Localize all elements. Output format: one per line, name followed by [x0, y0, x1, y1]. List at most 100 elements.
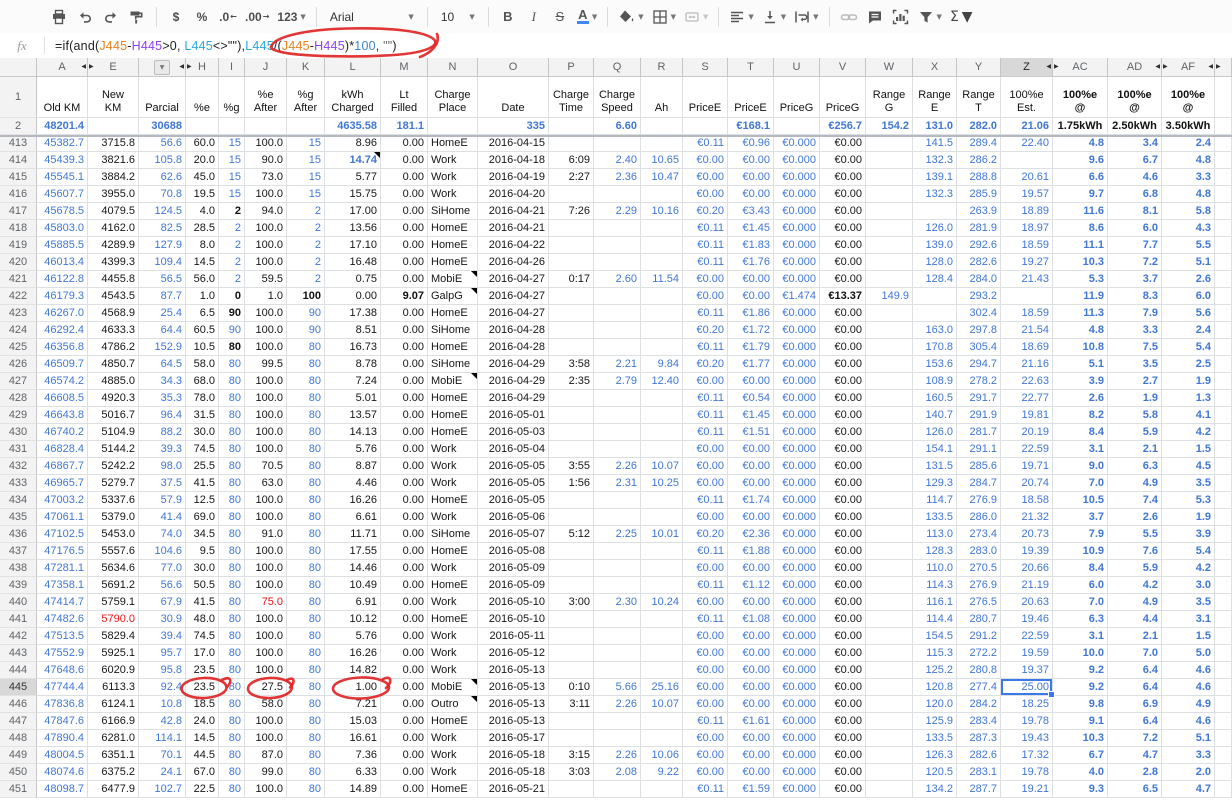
- cell[interactable]: 0.00: [381, 390, 428, 407]
- cell[interactable]: 2016-04-27: [478, 271, 549, 288]
- cell[interactable]: Outro: [428, 696, 478, 713]
- cell[interactable]: [641, 492, 683, 509]
- cell[interactable]: 10.24: [641, 594, 683, 611]
- column-header-V[interactable]: V: [820, 58, 866, 77]
- cell[interactable]: 11.71: [325, 526, 381, 543]
- cell[interactable]: 5.9: [1108, 560, 1162, 577]
- cell[interactable]: 120.8: [913, 679, 957, 696]
- cell[interactable]: [866, 645, 913, 662]
- cell[interactable]: [1215, 271, 1232, 288]
- cell[interactable]: €0.00: [820, 169, 866, 186]
- cell[interactable]: 10.65: [641, 152, 683, 169]
- cell[interactable]: 2016-05-05: [478, 492, 549, 509]
- cell[interactable]: 120.0: [913, 696, 957, 713]
- cell[interactable]: [594, 611, 641, 628]
- cell[interactable]: 69.0: [186, 509, 219, 526]
- cell[interactable]: 47061.1: [37, 509, 88, 526]
- row-header-443[interactable]: 443: [0, 645, 37, 662]
- cell[interactable]: 2016-05-06: [478, 509, 549, 526]
- cell[interactable]: 18.25: [1001, 696, 1053, 713]
- cell[interactable]: 2016-04-27: [478, 305, 549, 322]
- cell[interactable]: 8.0: [186, 237, 219, 254]
- font-size-select[interactable]: 10▼: [435, 5, 481, 29]
- cell[interactable]: 80: [287, 560, 325, 577]
- cell[interactable]: 9.7: [1053, 186, 1108, 203]
- cell[interactable]: 5.9: [1108, 424, 1162, 441]
- cell[interactable]: 100.0: [245, 322, 287, 339]
- cell[interactable]: 47836.8: [37, 696, 88, 713]
- cell[interactable]: 289.4: [957, 135, 1001, 152]
- cell[interactable]: 19.57: [1001, 186, 1053, 203]
- cell[interactable]: [594, 407, 641, 424]
- cell[interactable]: [913, 288, 957, 305]
- cell[interactable]: 9.84: [641, 356, 683, 373]
- cell[interactable]: 2016-05-07: [478, 526, 549, 543]
- cell[interactable]: MobiE: [428, 679, 478, 696]
- cell[interactable]: €0.11: [683, 577, 728, 594]
- cell[interactable]: 14.5: [186, 730, 219, 747]
- hidden-columns-arrow-icon[interactable]: ▶: [187, 64, 192, 70]
- cell[interactable]: 14.89: [325, 781, 381, 798]
- cell[interactable]: [641, 441, 683, 458]
- cell[interactable]: Work: [428, 458, 478, 475]
- cell[interactable]: [594, 254, 641, 271]
- cell[interactable]: 294.7: [957, 356, 1001, 373]
- cell[interactable]: 6.7: [1053, 747, 1108, 764]
- cell[interactable]: 20.0: [186, 152, 219, 169]
- column-header-U[interactable]: U: [774, 58, 820, 77]
- cell[interactable]: [594, 577, 641, 594]
- cell[interactable]: [866, 560, 913, 577]
- cell[interactable]: 3821.6: [88, 152, 139, 169]
- cell[interactable]: 276.9: [957, 492, 1001, 509]
- cell[interactable]: MobiE: [428, 373, 478, 390]
- cell[interactable]: 5.5: [1108, 526, 1162, 543]
- cell[interactable]: 2016-04-15: [478, 135, 549, 152]
- cell[interactable]: 3.3: [1108, 322, 1162, 339]
- cell[interactable]: 20.61: [1001, 169, 1053, 186]
- cell[interactable]: 100.0: [245, 713, 287, 730]
- cell[interactable]: €1.83: [728, 237, 774, 254]
- cell[interactable]: 9.22: [641, 764, 683, 781]
- row-header-438[interactable]: 438: [0, 560, 37, 577]
- cell[interactable]: 80: [219, 424, 245, 441]
- cell[interactable]: 63.0: [245, 475, 287, 492]
- cell[interactable]: 80: [287, 475, 325, 492]
- cell[interactable]: €0.00: [820, 645, 866, 662]
- cell[interactable]: 2016-05-11: [478, 628, 549, 645]
- cell[interactable]: €0.00: [683, 747, 728, 764]
- cell[interactable]: 3.5: [1162, 475, 1215, 492]
- row-header-447[interactable]: 447: [0, 713, 37, 730]
- cell[interactable]: 0.75: [325, 271, 381, 288]
- cell[interactable]: HomeE: [428, 220, 478, 237]
- cell[interactable]: 2.7: [1108, 373, 1162, 390]
- cell[interactable]: 2: [219, 237, 245, 254]
- cell[interactable]: 0.00: [381, 645, 428, 662]
- cell[interactable]: 2016-04-29: [478, 390, 549, 407]
- cell[interactable]: 6477.9: [88, 781, 139, 798]
- hidden-columns-arrow-icon[interactable]: ▶: [1163, 64, 1168, 70]
- cell[interactable]: 15: [287, 135, 325, 152]
- cell[interactable]: [866, 764, 913, 781]
- cell[interactable]: [219, 118, 245, 135]
- cell[interactable]: 100.0: [245, 441, 287, 458]
- cell[interactable]: 8.4: [1053, 424, 1108, 441]
- cell[interactable]: €0.20: [683, 322, 728, 339]
- cell[interactable]: €0.00: [820, 628, 866, 645]
- cell[interactable]: 17.55: [325, 543, 381, 560]
- cell[interactable]: 4.6: [1162, 662, 1215, 679]
- cell[interactable]: 2: [287, 271, 325, 288]
- cell[interactable]: €0.00: [683, 373, 728, 390]
- cell[interactable]: €256.7: [820, 118, 866, 135]
- cell[interactable]: [287, 118, 325, 135]
- cell[interactable]: 4.8: [1162, 152, 1215, 169]
- cell[interactable]: 4850.7: [88, 356, 139, 373]
- column-header-M[interactable]: M: [381, 58, 428, 77]
- cell[interactable]: €0.00: [728, 169, 774, 186]
- cell[interactable]: 3:00: [549, 594, 594, 611]
- row-header-421[interactable]: 421: [0, 271, 37, 288]
- cell[interactable]: €0.000: [774, 747, 820, 764]
- cell[interactable]: €0.00: [820, 611, 866, 628]
- cell[interactable]: 2016-05-09: [478, 577, 549, 594]
- cell[interactable]: [866, 611, 913, 628]
- cell[interactable]: SiHome: [428, 322, 478, 339]
